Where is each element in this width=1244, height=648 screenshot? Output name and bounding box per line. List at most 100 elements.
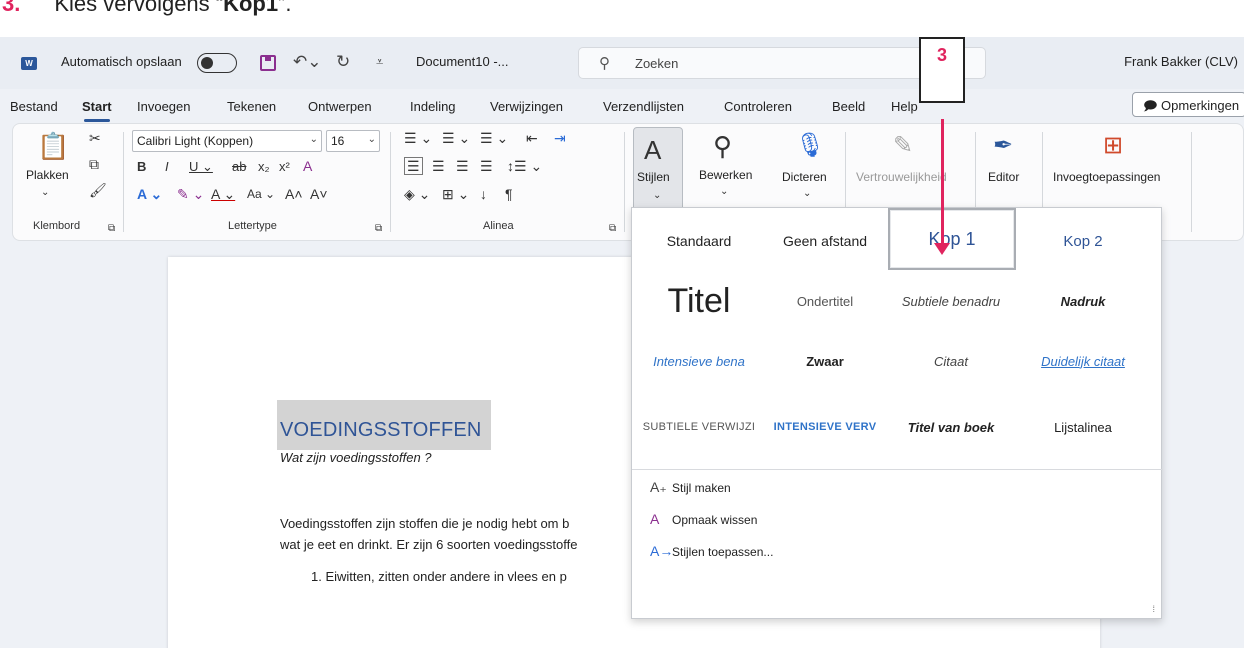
grow-font-icon[interactable]: A˄	[285, 186, 303, 202]
style-zwaar[interactable]: Zwaar	[762, 332, 888, 390]
borders-icon[interactable]: ⊞ ⌄	[442, 186, 469, 202]
comments-button[interactable]: 🗩 Opmerkingen	[1132, 92, 1244, 117]
document-subheading[interactable]: Wat zijn voedingsstoffen ?	[280, 450, 432, 465]
style-nadruk[interactable]: Nadruk	[1020, 272, 1146, 330]
create-style-item[interactable]: A₊ Stijl maken	[650, 479, 731, 496]
style-ondertitel[interactable]: Ondertitel	[762, 272, 888, 330]
tab-bestand[interactable]: Bestand	[10, 99, 58, 114]
save-icon[interactable]	[260, 55, 276, 71]
style-intensieve-benadrukking[interactable]: Intensieve bena	[636, 332, 762, 390]
sort-icon[interactable]: ↓	[480, 186, 487, 202]
chevron-down-icon[interactable]: ⌄	[803, 186, 811, 202]
style-geen-afstand[interactable]: Geen afstand	[762, 212, 888, 270]
sensitivity-icon: ✎	[893, 132, 914, 159]
clear-formatting-item[interactable]: A Opmaak wissen	[650, 511, 757, 527]
find-icon[interactable]: ⚲	[713, 132, 732, 160]
user-name[interactable]: Frank Bakker (CLV)	[1124, 54, 1238, 69]
line-spacing-icon[interactable]: ↕☰ ⌄	[507, 158, 542, 174]
tab-tekenen[interactable]: Tekenen	[227, 99, 276, 114]
font-color-icon[interactable]: A ⌄	[211, 186, 235, 202]
customize-toolbar-icon[interactable]: ⩡	[376, 51, 383, 73]
style-subtiele-benadrukking[interactable]: Subtiele benadru	[888, 272, 1014, 330]
show-formatting-icon[interactable]: ¶	[505, 186, 513, 202]
align-right-icon[interactable]: ☰	[456, 158, 469, 174]
paste-icon[interactable]: 📋	[37, 132, 69, 160]
shading-icon[interactable]: ◈ ⌄	[404, 186, 430, 202]
undo-icon[interactable]: ↶⌄	[293, 51, 322, 73]
change-case-icon[interactable]: Aa ⌄	[247, 186, 275, 202]
superscript-icon[interactable]: x²	[279, 159, 290, 175]
document-title[interactable]: Document10 -...	[416, 54, 509, 69]
tab-verzendlijsten[interactable]: Verzendlijsten	[603, 99, 684, 114]
autosave-toggle[interactable]	[197, 53, 237, 73]
document-paragraph-line[interactable]: Voedingsstoffen zijn stoffen die je nodi…	[280, 516, 569, 531]
font-launcher-icon[interactable]: ⧉	[375, 221, 382, 237]
justify-icon[interactable]: ☰	[480, 158, 493, 174]
add-ins-label[interactable]: Invoegtoepassingen	[1053, 170, 1160, 184]
screenshot-root: 3. Kies vervolgens “Kop1”. W Automatisch …	[0, 0, 1244, 648]
paragraph-launcher-icon[interactable]: ⧉	[609, 221, 616, 237]
style-duidelijk-citaat[interactable]: Duidelijk citaat	[1020, 332, 1146, 390]
increase-indent-icon[interactable]: ⇥	[554, 130, 566, 146]
align-center-icon[interactable]: ☰	[432, 158, 445, 174]
tab-beeld[interactable]: Beeld	[832, 99, 865, 114]
instruction-number: 3.	[2, 0, 21, 16]
style-subtiele-verwijzing[interactable]: Subtiele verwijzi	[636, 398, 762, 456]
document-paragraph-line[interactable]: wat je eet en drinkt. Er zijn 6 soorten …	[280, 537, 577, 552]
underline-icon[interactable]: U ⌄	[189, 159, 213, 175]
document-heading[interactable]: VOEDINGSSTOFFEN	[280, 419, 482, 442]
strikethrough-icon[interactable]: ab	[232, 159, 246, 175]
dictate-label[interactable]: Dicteren	[782, 170, 827, 184]
format-painter-icon[interactable]: 🖌	[89, 182, 107, 198]
title-bar: W Automatisch opslaan ↶⌄ ↻ ⩡ Document10 …	[0, 37, 1244, 89]
editor-icon[interactable]: ✒	[993, 132, 1013, 160]
style-titel-van-boek[interactable]: Titel van boek	[888, 398, 1014, 456]
paste-label[interactable]: Plakken	[26, 168, 69, 182]
editing-label[interactable]: Bewerken	[699, 168, 752, 182]
bold-icon[interactable]: B	[137, 159, 146, 175]
align-left-icon[interactable]: ☰	[404, 157, 423, 175]
tab-ontwerpen[interactable]: Ontwerpen	[308, 99, 372, 114]
tab-help[interactable]: Help	[891, 99, 918, 114]
numbering-icon[interactable]: ☰ ⌄	[442, 130, 470, 146]
paste-dropdown-icon[interactable]: ⌄	[41, 185, 49, 201]
cut-icon[interactable]: ✂	[89, 130, 101, 146]
chevron-down-icon[interactable]: ⌄	[720, 184, 728, 200]
document-list-item[interactable]: 1. Eiwitten, zitten onder andere in vlee…	[311, 569, 567, 584]
decrease-indent-icon[interactable]: ⇤	[526, 130, 538, 146]
style-citaat[interactable]: Citaat	[888, 332, 1014, 390]
bullets-icon[interactable]: ☰ ⌄	[404, 130, 432, 146]
gallery-divider	[632, 469, 1163, 470]
style-intensieve-verwijzing[interactable]: Intensieve verv	[762, 398, 888, 456]
tab-invoegen[interactable]: Invoegen	[137, 99, 191, 114]
chevron-down-icon: ⌄	[309, 134, 318, 145]
apply-styles-item[interactable]: A→Stijlen toepassen...	[650, 543, 773, 559]
styles-button[interactable]: A Stijlen ⌄	[633, 127, 683, 213]
clipboard-launcher-icon[interactable]: ⧉	[108, 221, 115, 237]
resize-grip-icon[interactable]: ⁞	[1152, 604, 1155, 614]
highlight-icon[interactable]: ✎ ⌄	[177, 186, 204, 202]
tab-verwijzingen[interactable]: Verwijzingen	[490, 99, 563, 114]
style-kop-2[interactable]: Kop 2	[1020, 212, 1146, 270]
italic-icon[interactable]: I	[165, 159, 169, 175]
copy-icon[interactable]: ⧉	[89, 156, 99, 172]
style-lijstalinea[interactable]: Lijstalinea	[1020, 398, 1146, 456]
font-size-combo[interactable]: 16 ⌄	[326, 130, 380, 152]
style-standaard[interactable]: Standaard	[636, 212, 762, 270]
tab-controleren[interactable]: Controleren	[724, 99, 792, 114]
tab-indeling[interactable]: Indeling	[410, 99, 456, 114]
shrink-font-icon[interactable]: A˅	[310, 186, 328, 202]
subscript-icon[interactable]: x₂	[258, 159, 270, 175]
multilevel-list-icon[interactable]: ☰ ⌄	[480, 130, 508, 146]
add-ins-icon[interactable]: ⊞	[1103, 132, 1123, 160]
text-effects-icon[interactable]: A ⌄	[137, 186, 162, 202]
editor-label[interactable]: Editor	[988, 170, 1019, 184]
clear-formatting-icon[interactable]: A	[303, 158, 312, 174]
redo-icon[interactable]: ↻	[336, 51, 350, 73]
style-titel[interactable]: Titel	[636, 272, 762, 330]
microphone-icon[interactable]: 🎙	[795, 132, 825, 160]
font-name-combo[interactable]: Calibri Light (Koppen) ⌄	[132, 130, 322, 152]
tab-start[interactable]: Start	[82, 99, 112, 122]
style-kop-1[interactable]: Kop 1	[888, 208, 1016, 270]
create-style-icon: A₊	[650, 479, 667, 495]
